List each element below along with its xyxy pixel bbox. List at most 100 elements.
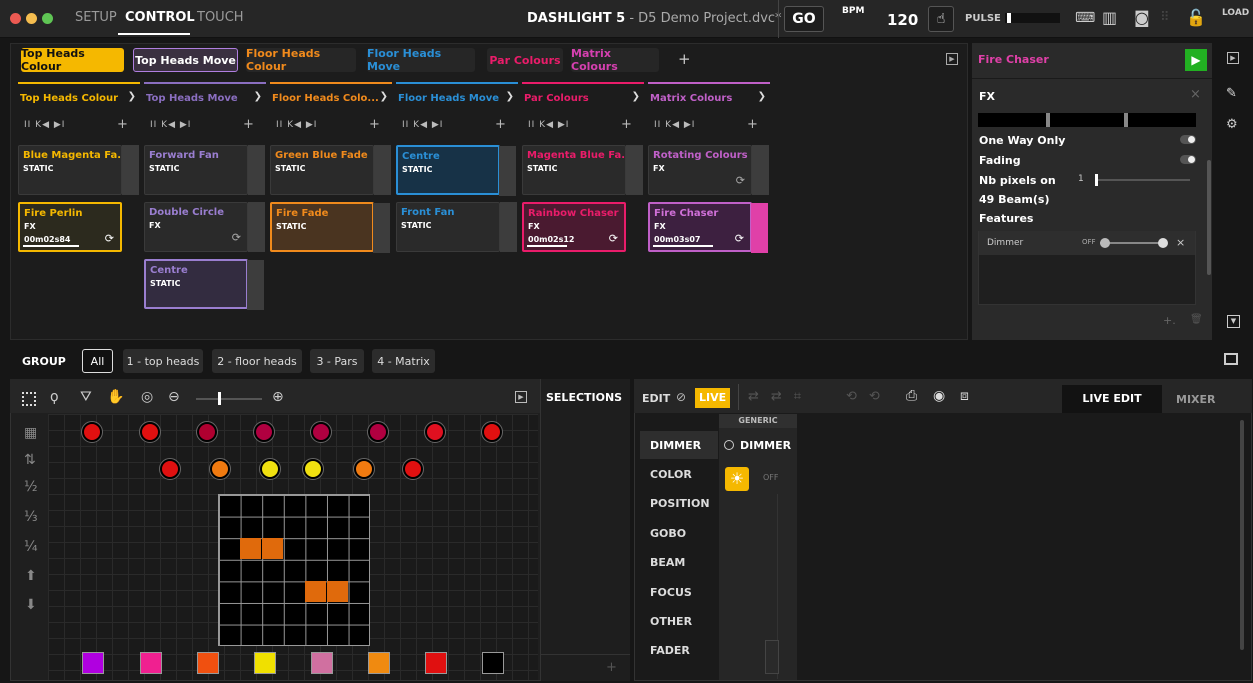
group-button-floor-heads[interactable]: 2 - floor heads	[212, 349, 302, 373]
mode-tab-touch[interactable]: TOUCH	[197, 10, 244, 25]
cue-double-circle[interactable]: Double Circle FX ⟳	[144, 202, 265, 252]
chevron-down-icon[interactable]: ❯	[380, 91, 388, 102]
fixture-head[interactable]	[196, 421, 218, 443]
dimmer-radio[interactable]	[724, 440, 734, 450]
par-fixture[interactable]	[197, 652, 219, 674]
fixture-head[interactable]	[159, 458, 181, 480]
camera-icon[interactable]: ◉	[933, 388, 945, 404]
cue-handle[interactable]	[499, 146, 516, 196]
add-cue-button[interactable]: +	[495, 117, 506, 132]
par-fixture[interactable]	[140, 652, 162, 674]
attribute-dimmer[interactable]: DIMMER	[650, 439, 714, 452]
matrix-pixel-lit[interactable]	[262, 538, 283, 559]
par-fixture[interactable]	[368, 652, 390, 674]
par-fixture[interactable]	[311, 652, 333, 674]
cue-handle[interactable]	[374, 145, 391, 195]
group-button-pars[interactable]: 3 - Pars	[310, 349, 364, 373]
fixture-head[interactable]	[302, 458, 324, 480]
attribute-focus[interactable]: FOCUS	[650, 586, 714, 599]
polygon-select-icon[interactable]: ⛛	[80, 389, 92, 405]
cue-centre[interactable]: Centre STATIC	[144, 259, 264, 310]
maximize-window-dot[interactable]	[42, 13, 53, 24]
play-button[interactable]: ▶	[1185, 49, 1207, 71]
page-tab-floor-heads-colour[interactable]: Floor Heads Colour	[246, 47, 356, 73]
column-header[interactable]: Top Heads Colour ❯	[18, 82, 140, 110]
cue-handle[interactable]	[122, 145, 139, 195]
chevron-down-icon[interactable]: ❯	[506, 91, 514, 102]
grid-view-icon[interactable]: ▦	[24, 425, 37, 441]
store-icon[interactable]: ⎙	[906, 388, 917, 404]
pulse-slider-handle[interactable]	[1007, 13, 1011, 23]
dock-bottom-icon[interactable]: ▼	[1227, 315, 1240, 328]
playback-controls[interactable]: II K◀ ▶I	[276, 120, 317, 130]
playback-controls[interactable]: II K◀ ▶I	[402, 120, 443, 130]
cue-centre-floor[interactable]: Centre STATIC	[396, 145, 516, 196]
cue-handle[interactable]	[626, 145, 643, 195]
gear-icon[interactable]: ⚙	[1226, 117, 1238, 132]
add-selection-button[interactable]: +	[606, 660, 617, 675]
arrow-up-icon[interactable]: ⬆	[25, 568, 37, 584]
playback-controls[interactable]: II K◀ ▶I	[528, 120, 569, 130]
close-window-dot[interactable]	[10, 13, 21, 24]
group-button-all[interactable]: All	[82, 349, 113, 373]
cue-handle[interactable]	[248, 202, 265, 252]
attribute-beam[interactable]: BEAM	[650, 556, 714, 569]
editor-scrollbar[interactable]	[1240, 420, 1244, 650]
fixture-head[interactable]	[310, 421, 332, 443]
tab-live-edit[interactable]: LIVE EDIT	[1062, 385, 1162, 413]
sun-icon[interactable]: ☀	[725, 467, 749, 491]
tap-tempo-icon[interactable]: ☝	[928, 6, 954, 32]
zoom-out-icon[interactable]: ⊖	[168, 389, 180, 405]
cue-handle[interactable]	[751, 203, 768, 253]
fx-panel-scrollbar[interactable]	[1207, 160, 1211, 275]
grid-icon[interactable]: ⠿	[1160, 10, 1170, 25]
column-header[interactable]: Top Heads Move ❯	[144, 82, 266, 110]
fixture-head[interactable]	[259, 458, 281, 480]
page-tab-matrix-colours[interactable]: Matrix Colours	[571, 47, 659, 73]
cue-blue-magenta-fade[interactable]: Blue Magenta Fa... STATIC	[18, 145, 139, 195]
page-tab-par-colours[interactable]: Par Colours	[487, 48, 563, 72]
layout-icon[interactable]	[1224, 353, 1238, 365]
par-fixture[interactable]	[425, 652, 447, 674]
lock-icon[interactable]: 🔓	[1186, 8, 1206, 27]
par-fixture[interactable]	[82, 652, 104, 674]
cue-handle[interactable]	[500, 202, 517, 252]
cue-handle[interactable]	[248, 145, 265, 195]
visibility-icon[interactable]: ⊘	[676, 390, 686, 404]
matrix-pixel-lit[interactable]	[305, 581, 326, 602]
chevron-down-icon[interactable]: ❯	[254, 91, 262, 102]
column-header[interactable]: Floor Heads Move ❯	[396, 82, 518, 110]
feature-dimmer-slider-start[interactable]	[1100, 238, 1110, 248]
chevron-down-icon[interactable]: ❯	[632, 91, 640, 102]
fixture-head[interactable]	[424, 421, 446, 443]
fixture-head[interactable]	[402, 458, 424, 480]
attribute-position[interactable]: POSITION	[650, 497, 714, 510]
go-button[interactable]: GO	[784, 6, 824, 32]
tab-mixer[interactable]: MIXER	[1176, 393, 1216, 406]
add-cue-button[interactable]: +	[243, 117, 254, 132]
cue-handle[interactable]	[247, 260, 264, 310]
pixel-matrix[interactable]	[218, 494, 370, 646]
group-button-matrix[interactable]: 4 - Matrix	[372, 349, 435, 373]
playback-controls[interactable]: II K◀ ▶I	[24, 120, 65, 130]
group-button-top-heads[interactable]: 1 - top heads	[123, 349, 203, 373]
cue-rainbow-chaser[interactable]: Rainbow Chaser FX 00m02s12 ⟳	[522, 202, 626, 252]
close-icon[interactable]: ×	[1190, 87, 1201, 102]
edit-label[interactable]: EDIT	[642, 392, 670, 405]
select-rect-icon[interactable]	[22, 392, 36, 406]
zoom-in-icon[interactable]: ⊕	[272, 389, 284, 405]
cue-handle[interactable]	[373, 203, 390, 253]
fixture-head[interactable]	[139, 421, 161, 443]
cue-fire-perlin[interactable]: Fire Perlin FX 00m02s84 ⟳	[18, 202, 122, 252]
playback-controls[interactable]: II K◀ ▶I	[654, 120, 695, 130]
fader-handle[interactable]	[765, 640, 779, 674]
playback-controls[interactable]: II K◀ ▶I	[150, 120, 191, 130]
par-fixture[interactable]	[482, 652, 504, 674]
mode-tab-setup[interactable]: SETUP	[75, 10, 117, 25]
page-tab-top-heads-colour[interactable]: Top Heads Colour	[21, 47, 124, 73]
page-tab-top-heads-move[interactable]: Top Heads Move	[133, 48, 238, 72]
zoom-slider[interactable]	[196, 392, 262, 405]
fraction-half-icon[interactable]: ½	[24, 479, 38, 495]
remove-feature-icon[interactable]: ×	[1176, 236, 1185, 249]
fixture-head[interactable]	[209, 458, 231, 480]
